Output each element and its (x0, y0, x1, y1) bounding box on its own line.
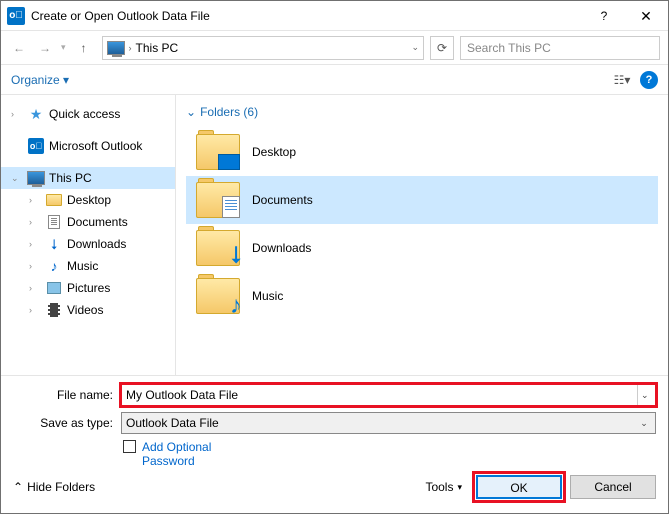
toolbar: Organize ▾ ☷▾ ? (1, 65, 668, 95)
folder-label: Downloads (252, 241, 311, 255)
tree-desktop[interactable]: ›Desktop (1, 189, 175, 211)
tree-label: Quick access (49, 107, 120, 121)
optional-password-checkbox[interactable] (123, 440, 136, 453)
tree-label: Desktop (67, 193, 111, 207)
folder-icon (46, 194, 62, 206)
download-icon: ⭣ (45, 236, 63, 252)
tree-label: Microsoft Outlook (49, 139, 142, 153)
picture-icon (47, 282, 61, 294)
search-placeholder: Search This PC (467, 41, 551, 55)
tree-this-pc[interactable]: ⌄ This PC (1, 167, 175, 189)
breadcrumb-location[interactable]: This PC (136, 41, 408, 55)
help-icon[interactable]: ? (640, 71, 658, 89)
desktop-icon (218, 154, 240, 170)
nav-tree: › ★ Quick access o⃕ Microsoft Outlook ⌄ … (1, 95, 176, 375)
help-button[interactable]: ? (584, 9, 624, 23)
tree-music[interactable]: ›♪Music (1, 255, 175, 277)
chevron-right-icon: › (129, 43, 132, 53)
chevron-down-icon: ⌄ (186, 105, 196, 119)
tree-videos[interactable]: ›Videos (1, 299, 175, 321)
navbar: ← → ▾ ↑ › This PC ⌄ ⟳ Search This PC (1, 31, 668, 65)
chevron-up-icon: ⌃ (13, 480, 23, 494)
save-type-value: Outlook Data File (126, 416, 637, 430)
file-name-field-wrap: ⌄ (121, 384, 656, 406)
tree-label: Pictures (67, 281, 110, 295)
tree-label: This PC (49, 171, 92, 185)
hide-folders-button[interactable]: ⌃ Hide Folders (13, 480, 95, 494)
save-type-select[interactable]: Outlook Data File ⌄ (121, 412, 656, 434)
dialog-footer: ⌃ Hide Folders Tools▾ OK Cancel (1, 465, 668, 509)
history-dropdown[interactable]: ▾ (61, 42, 66, 53)
tree-pictures[interactable]: ›Pictures (1, 277, 175, 299)
up-button[interactable]: ↑ (72, 36, 96, 60)
chevron-down-icon: ⌄ (637, 418, 651, 429)
document-icon (222, 196, 240, 218)
hide-folders-label: Hide Folders (27, 480, 95, 494)
window-title: Create or Open Outlook Data File (31, 9, 584, 23)
folder-content[interactable]: ⌄ Folders (6) Desktop Documents ⭣ Downlo… (176, 95, 668, 375)
address-bar[interactable]: › This PC ⌄ (102, 36, 424, 60)
tools-menu[interactable]: Tools▾ (419, 480, 468, 494)
tree-label: Music (67, 259, 98, 273)
section-label: Folders (6) (200, 105, 258, 119)
cancel-button[interactable]: Cancel (570, 475, 656, 499)
close-button[interactable]: ✕ (624, 1, 668, 31)
file-name-label: File name: (13, 388, 113, 402)
outlook-app-icon: o⃕ (7, 7, 25, 25)
tree-downloads[interactable]: ›⭣Downloads (1, 233, 175, 255)
document-icon (48, 215, 60, 229)
download-icon: ⭣ (231, 242, 242, 270)
pc-icon (27, 171, 45, 185)
view-options-button[interactable]: ☷▾ (610, 68, 634, 92)
music-icon: ♪ (230, 292, 242, 320)
folder-documents[interactable]: Documents (186, 176, 658, 224)
music-icon: ♪ (45, 258, 63, 274)
back-button[interactable]: ← (9, 38, 29, 58)
organize-button[interactable]: Organize ▾ (11, 73, 69, 87)
chevron-down-icon[interactable]: ⌄ (11, 173, 23, 184)
folder-downloads[interactable]: ⭣ Downloads (186, 224, 658, 272)
file-name-input[interactable] (126, 388, 633, 402)
video-icon (48, 303, 60, 317)
tree-label: Downloads (67, 237, 126, 251)
address-dropdown[interactable]: ⌄ (411, 42, 419, 53)
save-type-label: Save as type: (13, 416, 113, 430)
tree-quick-access[interactable]: › ★ Quick access (1, 103, 175, 125)
tree-label: Documents (67, 215, 128, 229)
pc-icon (107, 41, 125, 55)
folder-label: Documents (252, 193, 313, 207)
ok-button[interactable]: OK (476, 475, 562, 499)
search-input[interactable]: Search This PC (460, 36, 660, 60)
tree-label: Videos (67, 303, 103, 317)
folder-music[interactable]: ♪ Music (186, 272, 658, 320)
tree-ms-outlook[interactable]: o⃕ Microsoft Outlook (1, 135, 175, 157)
folder-label: Music (252, 289, 283, 303)
chevron-right-icon[interactable]: › (11, 109, 23, 119)
tree-documents[interactable]: ›Documents (1, 211, 175, 233)
folder-label: Desktop (252, 145, 296, 159)
refresh-button[interactable]: ⟳ (430, 36, 454, 60)
file-name-dropdown[interactable]: ⌄ (637, 385, 651, 405)
folder-desktop[interactable]: Desktop (186, 128, 658, 176)
forward-button[interactable]: → (35, 38, 55, 58)
optional-password-label[interactable]: Add Optional Password (142, 440, 211, 468)
titlebar: o⃕ Create or Open Outlook Data File ? ✕ (1, 1, 668, 31)
folders-section-header[interactable]: ⌄ Folders (6) (186, 101, 658, 128)
star-icon: ★ (27, 106, 45, 122)
outlook-icon: o⃕ (28, 138, 44, 154)
save-panel: File name: ⌄ Save as type: Outlook Data … (1, 375, 668, 468)
